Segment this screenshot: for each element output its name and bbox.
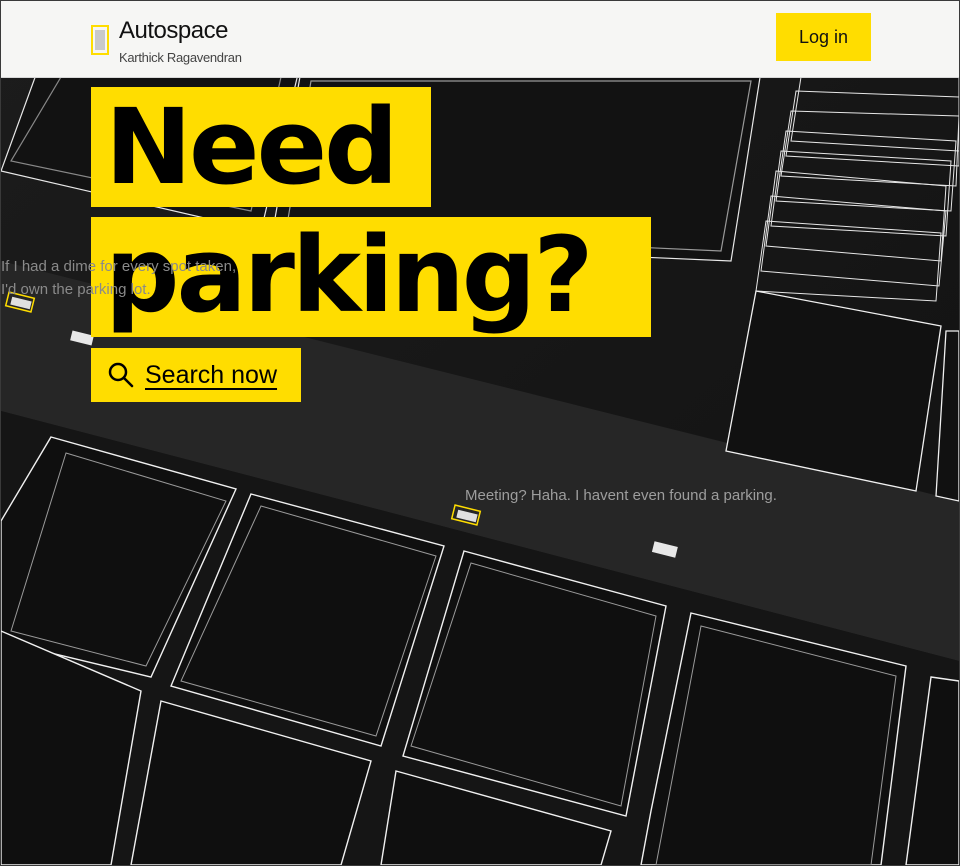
meeting-message: Meeting? Haha. I havent even found a par… (465, 487, 777, 504)
login-button[interactable]: Log in (776, 13, 871, 61)
brand[interactable]: Autospace Karthick Ragavendran (91, 17, 242, 65)
app-title: Autospace (119, 17, 228, 44)
dime-message-line2: I'd own the parking lot. (1, 281, 151, 298)
search-now-button[interactable]: Search now (91, 348, 301, 402)
site-header: Autospace Karthick Ragavendran Log in (1, 1, 959, 78)
search-now-label: Search now (145, 360, 278, 389)
dime-message: If I had a dime for every spot taken, I'… (1, 255, 236, 301)
dime-message-line1: If I had a dime for every spot taken, (1, 258, 237, 275)
page: Autospace Karthick Ragavendran Log in If… (0, 0, 960, 866)
logo-icon (91, 25, 109, 55)
search-icon (108, 362, 134, 388)
app-subtitle: Karthick Ragavendran (119, 50, 242, 65)
hero-heading-line1: Need (91, 87, 431, 207)
